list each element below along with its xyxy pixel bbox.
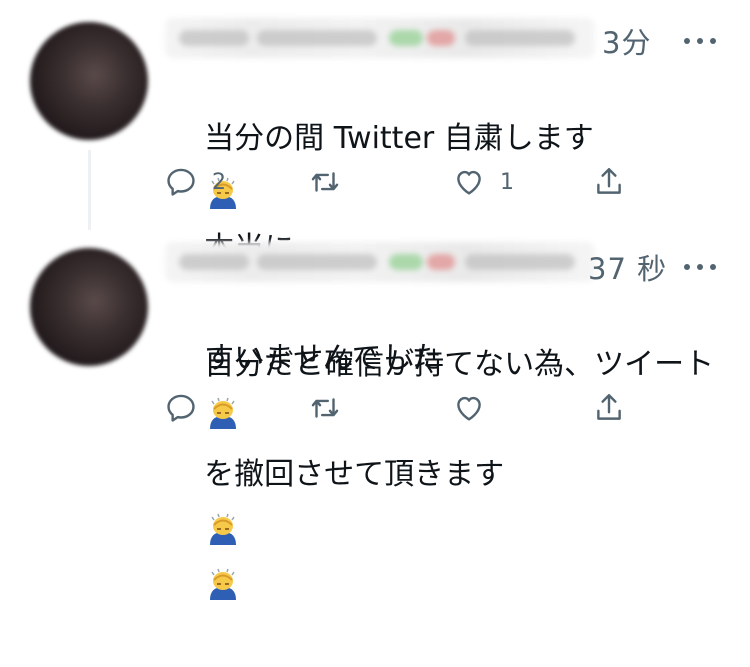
share-button[interactable]: [592, 160, 626, 204]
share-icon: [597, 168, 621, 194]
avatar[interactable]: [30, 22, 148, 140]
avatar[interactable]: [30, 248, 148, 366]
tweet-actions: [160, 386, 640, 430]
retweet-button[interactable]: [308, 386, 356, 430]
reply-button[interactable]: [164, 386, 212, 430]
like-button[interactable]: 1: [452, 160, 514, 204]
tweet-1[interactable]: 3分 当分の間 Twitter 自粛します 本当に すいませんでした 2 1: [0, 0, 750, 226]
reply-button[interactable]: 2: [164, 160, 226, 204]
like-button[interactable]: [452, 386, 500, 430]
tweet-text: 自分だと確信が持てない為、ツイート を撤回させて頂きます: [166, 282, 726, 667]
heart-icon: [457, 170, 481, 195]
reply-count: 2: [212, 169, 226, 195]
retweet-icon: [311, 172, 339, 192]
tweet-2[interactable]: 37 秒 自分だと確信が持てない為、ツイート を撤回させて頂きます: [0, 226, 750, 453]
more-options-icon[interactable]: [682, 264, 718, 272]
tweet-text-line1: 自分だと確信が持てない為、ツイート: [204, 347, 715, 382]
person-bowing-emoji: [206, 511, 240, 545]
person-bowing-emoji: [206, 566, 240, 600]
reply-icon: [167, 394, 195, 422]
tweet-text-line2: を撤回させて頂きます: [204, 457, 505, 492]
share-icon: [597, 394, 621, 420]
thread-line: [88, 150, 91, 230]
retweet-button[interactable]: [308, 160, 356, 204]
tweet-actions: 2 1: [160, 160, 640, 204]
retweet-icon: [311, 398, 339, 418]
reply-icon: [167, 168, 195, 196]
blurred-display-name[interactable]: [165, 242, 595, 282]
like-count: 1: [500, 169, 514, 195]
share-button[interactable]: [592, 386, 626, 430]
blurred-display-name[interactable]: [165, 18, 595, 58]
heart-icon: [457, 396, 481, 421]
more-options-icon[interactable]: [682, 38, 718, 46]
tweet-text-line1: 当分の間 Twitter 自粛します: [204, 121, 594, 156]
